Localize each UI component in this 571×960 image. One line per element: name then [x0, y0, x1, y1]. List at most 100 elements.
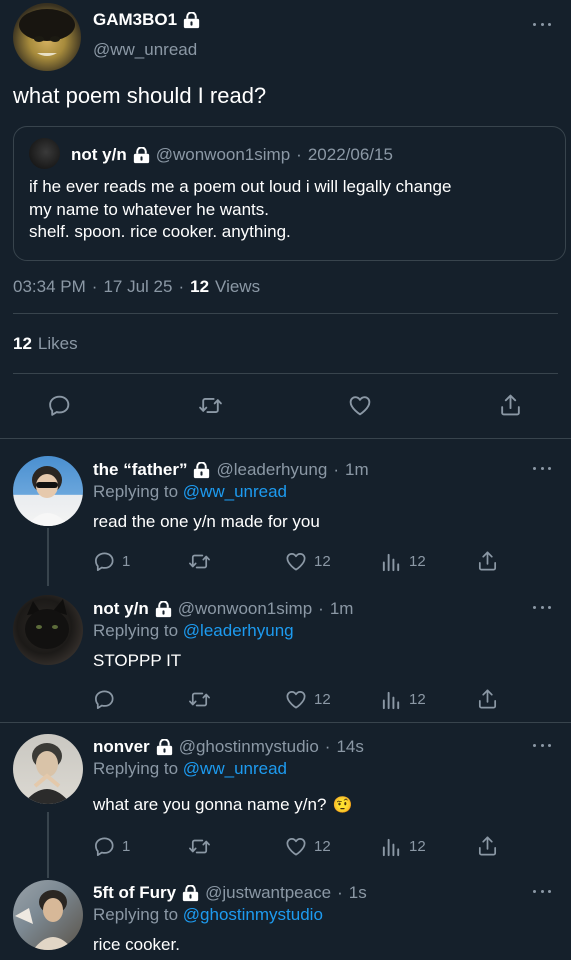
reply-handle[interactable]: @leaderhyung — [216, 460, 327, 480]
share-button[interactable] — [476, 834, 499, 858]
avatar-cat-icon — [25, 599, 69, 649]
avatar — [29, 138, 60, 169]
author-name[interactable]: GAM3BO1 — [93, 10, 200, 30]
reply-header: not y/n @wonwoon1simp · 1m — [93, 599, 354, 619]
reply-button[interactable]: 1 — [93, 835, 130, 858]
divider — [0, 438, 571, 439]
like-button[interactable]: 12 — [284, 835, 331, 858]
retweet-button[interactable] — [187, 550, 218, 573]
reply-display-name[interactable]: the “father” — [93, 460, 187, 480]
lock-icon — [193, 462, 210, 479]
share-button[interactable] — [498, 392, 523, 418]
views-icon — [380, 550, 403, 573]
avatar[interactable] — [13, 3, 81, 71]
divider — [13, 313, 558, 314]
likes-label: Likes — [37, 334, 78, 353]
tweet-date[interactable]: 17 Jul 25 — [103, 277, 172, 297]
reply-age[interactable]: 1s — [349, 883, 367, 903]
like-button[interactable] — [347, 393, 373, 418]
lock-icon — [133, 147, 150, 164]
thread-connector — [47, 528, 49, 586]
avatar[interactable] — [13, 734, 83, 804]
reply-icon — [47, 393, 72, 418]
reply-display-name[interactable]: not y/n — [93, 599, 149, 619]
share-button[interactable] — [476, 687, 499, 711]
replying-prefix: Replying to — [93, 905, 179, 924]
more-icon[interactable] — [533, 465, 551, 471]
raised-eyebrow-emoji: 🤨 — [332, 797, 353, 814]
more-icon[interactable] — [533, 742, 551, 748]
reply-icon — [93, 835, 116, 858]
reply-icon — [93, 550, 116, 573]
quote-line: my name to whatever he wants. — [29, 199, 270, 219]
views-button[interactable]: 12 — [380, 835, 426, 858]
replying-to: Replying to @ww_unread — [93, 482, 287, 502]
reply-handle[interactable]: @ghostinmystudio — [179, 737, 319, 757]
reply-age[interactable]: 14s — [336, 737, 363, 757]
reply-button[interactable] — [93, 688, 122, 711]
views-label: Views — [215, 277, 261, 296]
reply-handle[interactable]: @justwantpeace — [205, 883, 331, 903]
avatar-person-icon — [15, 890, 73, 950]
lock-icon — [182, 885, 199, 902]
replying-to: Replying to @ww_unread — [93, 759, 287, 779]
reply-handle[interactable]: @wonwoon1simp — [178, 599, 312, 619]
view-count: 12 — [409, 691, 426, 708]
avatar[interactable] — [13, 880, 83, 950]
reply-text: what are you gonna name y/n? 🤨 — [93, 795, 352, 815]
retweet-button[interactable] — [197, 393, 224, 418]
reply-age[interactable]: 1m — [345, 460, 369, 480]
like-icon — [347, 393, 373, 418]
replying-to-link[interactable]: @ghostinmystudio — [183, 905, 323, 924]
reply-display-name[interactable]: 5ft of Fury — [93, 883, 176, 903]
share-icon — [476, 834, 499, 858]
reply-button[interactable]: 1 — [93, 550, 130, 573]
like-count: 12 — [314, 553, 331, 570]
quote-handle: @wonwoon1simp — [155, 145, 291, 164]
avatar[interactable] — [13, 595, 83, 665]
reply-display-name[interactable]: nonver — [93, 737, 150, 757]
lock-icon — [156, 739, 173, 756]
display-name[interactable]: GAM3BO1 — [93, 10, 177, 30]
replying-to-link[interactable]: @ww_unread — [183, 759, 287, 778]
avatar-person-icon — [23, 743, 71, 804]
retweet-button[interactable] — [187, 688, 218, 711]
replying-to-link[interactable]: @ww_unread — [183, 482, 287, 501]
tweet-time[interactable]: 03:34 PM — [13, 277, 86, 297]
likes-stat[interactable]: 12 Likes — [13, 334, 78, 354]
tweet-text: what poem should I read? — [13, 83, 267, 108]
lock-icon — [155, 601, 172, 618]
more-icon[interactable] — [533, 888, 551, 894]
like-button[interactable]: 12 — [284, 550, 331, 573]
quote-line: if he ever reads me a poem out loud i wi… — [29, 177, 452, 196]
retweet-button[interactable] — [187, 835, 218, 858]
like-count: 12 — [314, 838, 331, 855]
share-icon — [498, 392, 523, 418]
view-count: 12 — [409, 553, 426, 570]
replying-to: Replying to @leaderhyung — [93, 621, 294, 641]
author-handle[interactable]: @ww_unread — [93, 40, 197, 60]
reply-text: rice cooker. — [93, 935, 180, 954]
replying-to-link[interactable]: @leaderhyung — [183, 621, 294, 640]
reply-header: nonver @ghostinmystudio · 14s — [93, 737, 364, 757]
reply-age[interactable]: 1m — [330, 599, 354, 619]
share-button[interactable] — [476, 549, 499, 573]
views-icon — [380, 835, 403, 858]
reply-button[interactable] — [47, 393, 72, 418]
avatar-face-icon — [19, 9, 75, 56]
more-icon[interactable] — [533, 604, 551, 610]
replying-to: Replying to @ghostinmystudio — [93, 905, 323, 925]
views-button[interactable]: 12 — [380, 550, 426, 573]
replying-prefix: Replying to — [93, 759, 179, 778]
replying-prefix: Replying to — [93, 621, 179, 640]
like-icon — [284, 835, 308, 858]
more-icon[interactable] — [533, 21, 551, 27]
avatar[interactable] — [13, 456, 83, 526]
quote-line: shelf. spoon. rice cooker. anything. — [29, 222, 291, 241]
like-button[interactable]: 12 — [284, 688, 331, 711]
retweet-icon — [187, 835, 212, 858]
divider — [13, 373, 558, 374]
views-button[interactable]: 12 — [380, 688, 426, 711]
share-icon — [476, 687, 499, 711]
reply-text-body: what are you gonna name y/n? — [93, 795, 327, 814]
